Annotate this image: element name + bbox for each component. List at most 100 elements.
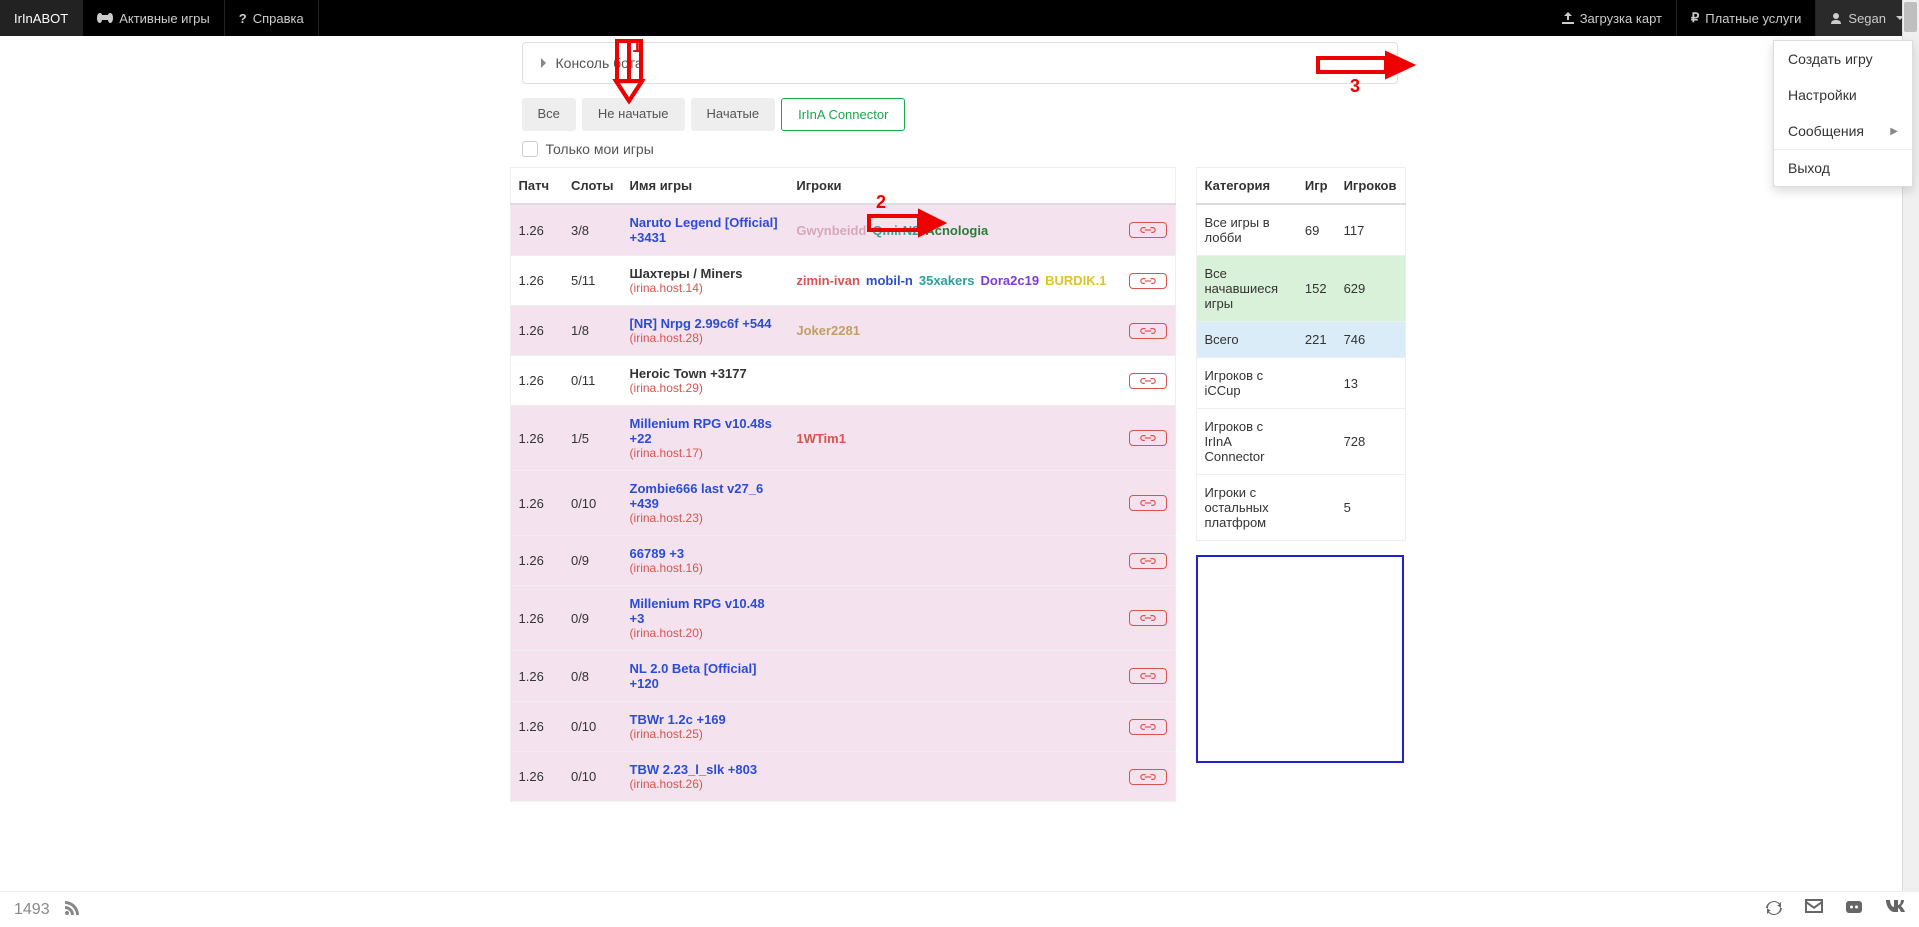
game-name-link[interactable]: Шахтеры / Miners <box>630 266 781 281</box>
game-host: (irina.host.23) <box>630 511 781 525</box>
stats-label: Игроков с IrInA Connector <box>1196 409 1297 475</box>
nav-help[interactable]: ? Справка <box>225 0 319 36</box>
cell-name: Heroic Town +3177(irina.host.29) <box>622 356 789 406</box>
game-name-link[interactable]: TBW 2.23_l_slk +803 <box>630 762 781 777</box>
th-name: Имя игры <box>622 168 789 205</box>
join-link-button[interactable] <box>1129 769 1167 785</box>
game-name-link[interactable]: NL 2.0 Beta [Official] +120 <box>630 661 781 691</box>
cell-players <box>788 356 1120 406</box>
join-link-button[interactable] <box>1129 719 1167 735</box>
player-name[interactable]: mobil-n <box>866 273 913 288</box>
join-link-button[interactable] <box>1129 430 1167 446</box>
stats-players: 117 <box>1336 204 1405 256</box>
table-row: 1.260/10TBW 2.23_l_slk +803(irina.host.2… <box>510 752 1175 802</box>
cell-slots: 1/8 <box>563 306 622 356</box>
join-link-button[interactable] <box>1129 323 1167 339</box>
dropdown-messages[interactable]: Сообщения ▶ <box>1774 113 1912 149</box>
game-name-link[interactable]: Millenium RPG v10.48 +3 <box>630 596 781 626</box>
link-icon <box>1140 376 1156 386</box>
game-name-link[interactable]: TBWr 1.2c +169 <box>630 712 781 727</box>
game-name-link[interactable]: Zombie666 last v27_6 +439 <box>630 481 781 511</box>
cell-name: 66789 +3(irina.host.16) <box>622 536 789 586</box>
game-name-link[interactable]: [NR] Nrpg 2.99c6f +544 <box>630 316 781 331</box>
scroll-thumb[interactable] <box>1904 2 1917 32</box>
game-name-link[interactable]: Heroic Town +3177 <box>630 366 781 381</box>
nav-active-games[interactable]: Активные игры <box>83 0 225 36</box>
dropdown-logout[interactable]: Выход <box>1774 150 1912 186</box>
join-link-button[interactable] <box>1129 495 1167 511</box>
table-row: 1.261/5Millenium RPG v10.48s +22(irina.h… <box>510 406 1175 471</box>
join-link-button[interactable] <box>1129 273 1167 289</box>
game-name-link[interactable]: 66789 +3 <box>630 546 781 561</box>
cell-players <box>788 586 1120 651</box>
mail-icon[interactable] <box>1805 899 1823 920</box>
discord-icon[interactable] <box>1845 899 1863 920</box>
tab-started[interactable]: Начатые <box>691 98 776 131</box>
footer-count: 1493 <box>14 901 50 919</box>
cell-slots: 5/11 <box>563 256 622 306</box>
nav-active-games-label: Активные игры <box>119 11 210 26</box>
nav-help-label: Справка <box>253 11 304 26</box>
tab-all[interactable]: Все <box>522 98 576 131</box>
stats-players: 13 <box>1336 358 1405 409</box>
cell-slots: 0/8 <box>563 651 622 702</box>
stats-games <box>1297 358 1336 409</box>
link-icon <box>1140 671 1156 681</box>
dropdown-settings[interactable]: Настройки <box>1774 77 1912 113</box>
cell-players <box>788 651 1120 702</box>
table-row: 1.260/966789 +3(irina.host.16) <box>510 536 1175 586</box>
only-mine-checkbox[interactable] <box>522 141 538 157</box>
vk-icon[interactable] <box>1885 899 1905 920</box>
player-name[interactable]: Dora2c19 <box>981 273 1040 288</box>
player-name[interactable]: BURDIK.1 <box>1045 273 1106 288</box>
table-row: 1.260/8 NL 2.0 Beta [Official] +120 <box>510 651 1175 702</box>
nav-upload-maps[interactable]: Загрузка карт <box>1548 0 1677 36</box>
player-name[interactable]: Gwynbeidd <box>796 223 866 238</box>
stats-games <box>1297 475 1336 541</box>
ruble-icon: ₽ <box>1691 10 1699 26</box>
refresh-icon[interactable] <box>1765 899 1783 920</box>
link-icon <box>1140 556 1156 566</box>
sth-games: Игр <box>1297 168 1336 205</box>
ad-placeholder <box>1196 555 1404 763</box>
dropdown-logout-label: Выход <box>1788 160 1830 176</box>
cell-slots: 0/9 <box>563 536 622 586</box>
cell-players: zimin-ivan mobil-n 35xakers Dora2c19 BURDIK.… <box>788 256 1120 306</box>
stats-label: Все игры в лобби <box>1196 204 1297 256</box>
player-name[interactable]: 35xakers <box>919 273 975 288</box>
brand-link[interactable]: IrInABOT <box>0 0 83 36</box>
join-link-button[interactable] <box>1129 222 1167 238</box>
cell-name: Zombie666 last v27_6 +439(irina.host.23) <box>622 471 789 536</box>
stats-label: Все начавшиеся игры <box>1196 256 1297 322</box>
game-name-link[interactable]: Naruto Legend [Official] +3431 <box>630 215 781 245</box>
game-name-link[interactable]: Millenium RPG v10.48s +22 <box>630 416 781 446</box>
upload-icon <box>1562 12 1574 24</box>
cell-patch: 1.26 <box>510 356 563 406</box>
table-row: 1.261/8[NR] Nrpg 2.99c6f +544(irina.host… <box>510 306 1175 356</box>
join-link-button[interactable] <box>1129 668 1167 684</box>
cell-patch: 1.26 <box>510 471 563 536</box>
th-slots: Слоты <box>563 168 622 205</box>
tab-connector[interactable]: IrInA Connector <box>781 98 905 131</box>
cell-players <box>788 471 1120 536</box>
stats-players: 746 <box>1336 322 1405 358</box>
dropdown-settings-label: Настройки <box>1788 87 1857 103</box>
rss-icon[interactable] <box>64 900 80 919</box>
cell-patch: 1.26 <box>510 651 563 702</box>
join-link-button[interactable] <box>1129 373 1167 389</box>
join-link-button[interactable] <box>1129 610 1167 626</box>
player-name[interactable]: zimin-ivan <box>796 273 860 288</box>
nav-paid-services[interactable]: ₽ Платные услуги <box>1677 0 1816 36</box>
stats-players: 629 <box>1336 256 1405 322</box>
game-host: (irina.host.25) <box>630 727 781 741</box>
cell-name: TBW 2.23_l_slk +803(irina.host.26) <box>622 752 789 802</box>
player-name[interactable]: Joker2281 <box>796 323 860 338</box>
dropdown-create-game[interactable]: Создать игру <box>1774 41 1912 77</box>
link-icon <box>1140 498 1156 508</box>
stats-games: 152 <box>1297 256 1336 322</box>
player-name[interactable]: 1WTim1 <box>796 431 846 446</box>
cell-patch: 1.26 <box>510 536 563 586</box>
question-icon: ? <box>239 11 247 26</box>
chevron-right-icon: ▶ <box>1890 126 1898 137</box>
join-link-button[interactable] <box>1129 553 1167 569</box>
